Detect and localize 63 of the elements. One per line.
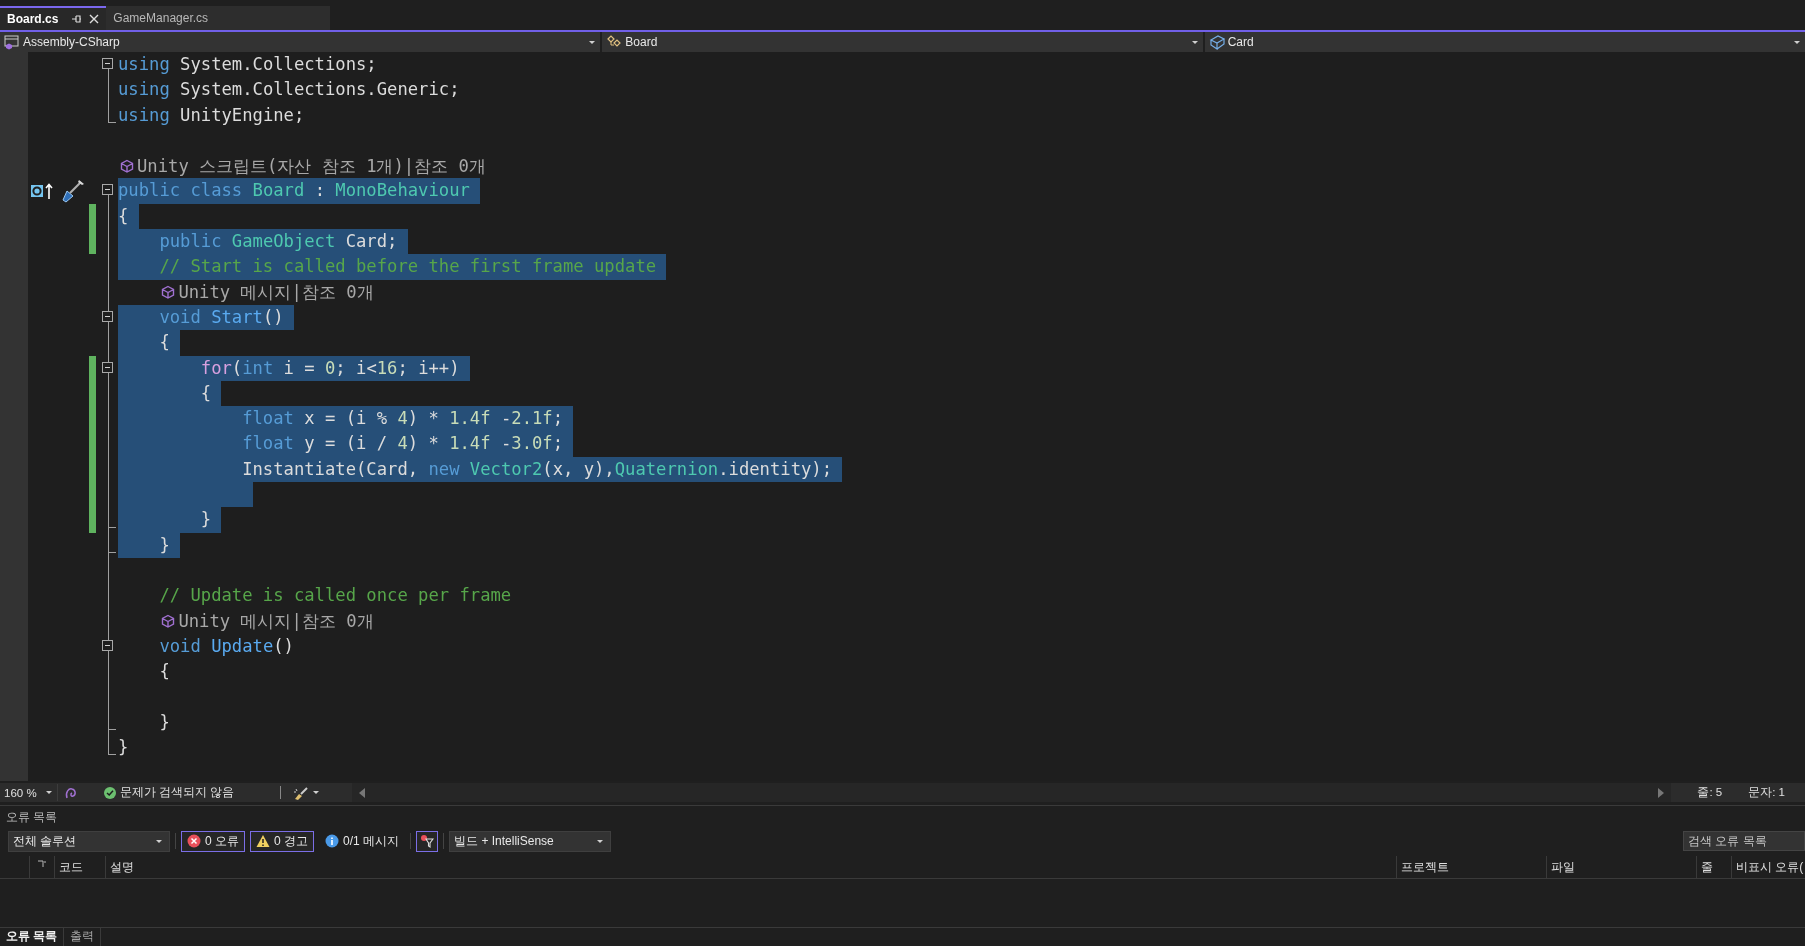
column-header[interactable]: 프로젝트 — [1401, 858, 1449, 876]
filter-toggle[interactable] — [416, 830, 439, 852]
dropdown-caret-icon — [45, 790, 53, 795]
error-icon — [187, 834, 201, 848]
panel-title: 오류 목록 — [5, 809, 59, 826]
search-field[interactable]: 검색 오류 목록 — [1683, 831, 1805, 851]
scroll-right-icon[interactable] — [1657, 787, 1666, 798]
codelens-text[interactable]: Unity 메시지|참조 0개 — [178, 280, 374, 305]
column-indicator[interactable]: 문자: 1 — [1748, 785, 1785, 800]
dropdown-caret-icon — [596, 838, 605, 844]
filter-button[interactable]: 0/1 메시지 — [319, 830, 406, 852]
file-tab[interactable]: Board.cs — [0, 6, 107, 30]
brush-icon — [293, 785, 309, 800]
column-header[interactable]: 설명 — [110, 858, 134, 876]
column-header[interactable]: 줄 — [1701, 858, 1713, 876]
column-icon — [38, 860, 46, 868]
scope-dropdown[interactable]: 전체 솔루션 — [8, 830, 170, 852]
column-header[interactable]: 코드 — [59, 858, 83, 876]
dropdown-caret-icon — [155, 838, 163, 844]
cube-icon — [161, 614, 176, 629]
dropdown-caret-icon — [1190, 39, 1199, 45]
column-header[interactable]: 파일 — [1551, 858, 1575, 876]
panel-tab[interactable]: 출력 — [64, 928, 102, 946]
scroll-left-icon[interactable] — [358, 787, 366, 798]
filter-button[interactable]: 0 경고 — [250, 830, 315, 852]
info-icon — [325, 834, 340, 848]
code-line: void Update() — [158, 634, 295, 658]
override-icon[interactable] — [30, 181, 54, 202]
code-line: // Update is called once per frame — [158, 584, 513, 608]
dropdown-caret-icon — [588, 39, 597, 45]
codelens-text[interactable]: Unity 메시지|참조 0개 — [178, 609, 374, 634]
project-icon — [4, 34, 20, 50]
code-line: using UnityEngine; — [118, 103, 306, 127]
code-line: { — [158, 660, 171, 684]
dropdown-caret-icon — [312, 790, 320, 795]
check-icon — [104, 786, 116, 799]
cube-icon — [161, 285, 176, 300]
collapse-toggle[interactable] — [102, 58, 113, 69]
filter-icon — [420, 834, 435, 848]
dropdown-caret-icon — [1793, 39, 1801, 45]
navigation-dropdown[interactable]: Card — [1204, 32, 1805, 52]
navigation-dropdown[interactable]: Board — [602, 32, 1203, 52]
panel-tab[interactable]: 오류 목록 — [0, 928, 65, 946]
filter-button[interactable]: 0 오류 — [181, 830, 245, 852]
collapse-toggle[interactable] — [102, 639, 113, 651]
collapse-toggle[interactable] — [102, 184, 113, 196]
collapse-toggle[interactable] — [102, 310, 113, 322]
field-icon — [1208, 34, 1225, 50]
line-indicator[interactable]: 줄: 5 — [1697, 785, 1723, 800]
column-header[interactable]: 비표시 오류( — [1736, 858, 1804, 876]
issues-status[interactable]: 문제가 검색되지 않음 — [120, 785, 235, 800]
cube-icon — [120, 158, 134, 173]
warning-icon — [256, 834, 270, 848]
navigation-dropdown[interactable]: Assembly-CSharp — [0, 32, 601, 52]
collapse-toggle[interactable] — [102, 361, 113, 373]
code-line: } — [158, 710, 171, 734]
file-tab[interactable]: GameManager.cs — [106, 6, 331, 30]
code-line: using System.Collections; — [118, 53, 378, 76]
close-icon[interactable] — [88, 13, 101, 25]
code-line: using System.Collections.Generic; — [118, 78, 461, 102]
code-line: } — [118, 736, 130, 759]
source-dropdown[interactable]: 빌드 + IntelliSense — [449, 830, 612, 852]
codelens-text[interactable]: Unity 스크립트(자산 참조 1개)|참조 0개 — [137, 153, 486, 178]
